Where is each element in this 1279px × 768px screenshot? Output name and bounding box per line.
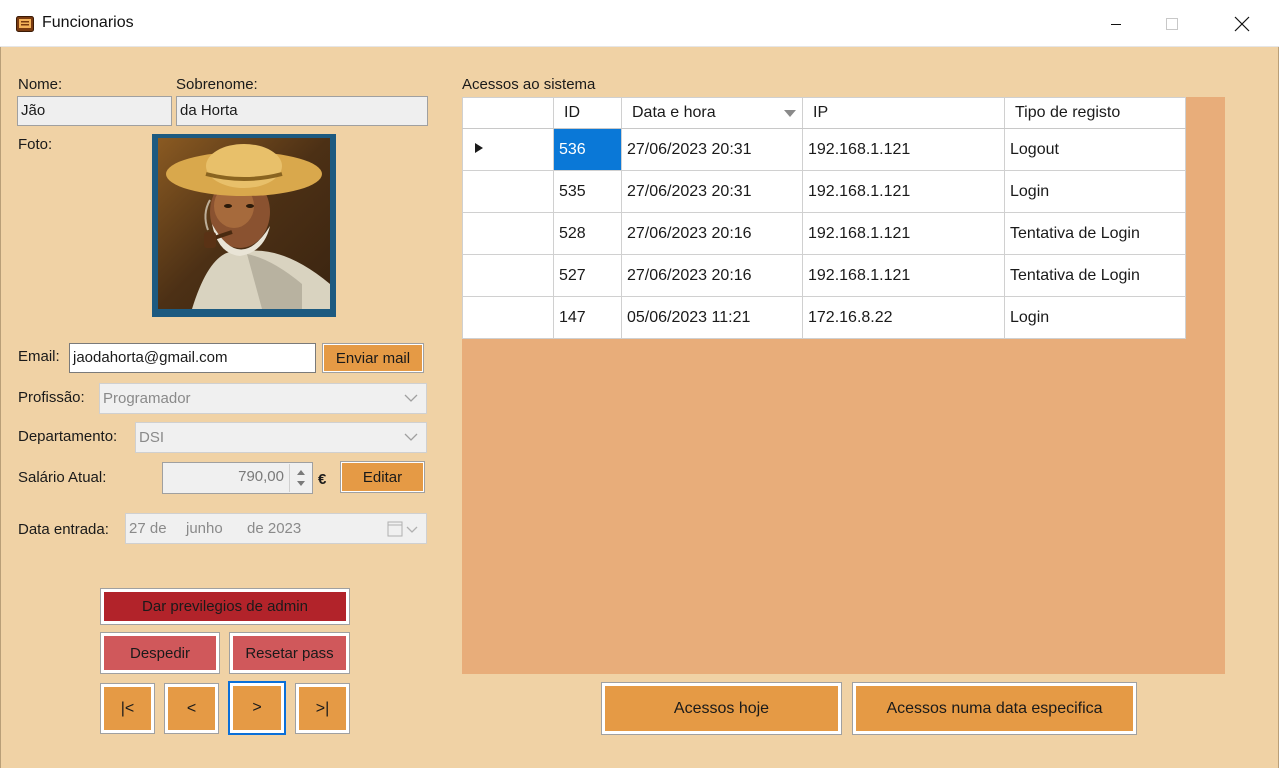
- data-entrada-picker[interactable]: 27 de junho de 2023: [125, 513, 427, 544]
- cell-datetime[interactable]: 27/06/2023 20:31: [621, 170, 803, 213]
- nome-field[interactable]: Jão: [17, 96, 172, 126]
- nome-label: Nome:: [18, 76, 63, 93]
- data-entrada-label: Data entrada:: [18, 521, 109, 538]
- cell-tipo[interactable]: Tentativa de Login: [1004, 212, 1186, 255]
- email-field[interactable]: jaodahorta@gmail.com: [69, 343, 316, 373]
- row-header[interactable]: [462, 254, 554, 297]
- row-header[interactable]: [462, 170, 554, 213]
- table-row[interactable]: 528 27/06/2023 20:16 192.168.1.121 Tenta…: [462, 212, 1186, 255]
- nav-prev-button[interactable]: <: [164, 683, 219, 734]
- salario-stepper[interactable]: 790,00: [162, 462, 313, 494]
- currency-symbol: €: [318, 471, 327, 488]
- sobrenome-field[interactable]: da Horta: [176, 96, 428, 126]
- date-month: junho: [186, 520, 223, 537]
- col-header-ip[interactable]: IP: [802, 97, 1005, 129]
- cell-tipo[interactable]: Logout: [1004, 128, 1186, 171]
- acessos-hoje-button[interactable]: Acessos hoje: [601, 682, 842, 735]
- cell-ip[interactable]: 192.168.1.121: [802, 212, 1005, 255]
- col-header-id[interactable]: ID: [553, 97, 622, 129]
- dar-admin-button[interactable]: Dar previlegios de admin: [100, 588, 350, 625]
- stepper-buttons[interactable]: [289, 464, 311, 492]
- cell-ip[interactable]: 192.168.1.121: [802, 128, 1005, 171]
- cell-ip[interactable]: 192.168.1.121: [802, 254, 1005, 297]
- table-row[interactable]: 535 27/06/2023 20:31 192.168.1.121 Login: [462, 170, 1186, 213]
- cell-id[interactable]: 147: [553, 296, 622, 339]
- up-down-arrows-icon: [297, 470, 305, 486]
- enviar-mail-button[interactable]: Enviar mail: [322, 343, 424, 373]
- grid-corner-header[interactable]: [462, 97, 554, 129]
- salario-label: Salário Atual:: [18, 469, 107, 486]
- title-bar: Funcionarios: [0, 0, 1279, 47]
- close-button[interactable]: [1219, 0, 1265, 47]
- foto-label: Foto:: [18, 136, 53, 153]
- cell-tipo[interactable]: Tentativa de Login: [1004, 254, 1186, 297]
- departamento-label: Departamento:: [18, 428, 118, 445]
- row-header[interactable]: [462, 296, 554, 339]
- col-header-datahora-label: Data e hora: [632, 104, 716, 121]
- editar-button[interactable]: Editar: [340, 461, 425, 493]
- nav-first-button[interactable]: |<: [100, 683, 155, 734]
- close-icon: [1234, 16, 1250, 31]
- table-row[interactable]: 536 27/06/2023 20:31 192.168.1.121 Logou…: [462, 128, 1186, 171]
- date-day: 27 de: [129, 520, 167, 537]
- col-header-tipo-label: Tipo de registo: [1015, 104, 1121, 121]
- cell-id[interactable]: 535: [553, 170, 622, 213]
- cell-datetime[interactable]: 27/06/2023 20:31: [621, 128, 803, 171]
- row-header[interactable]: [462, 128, 554, 171]
- employee-photo: [152, 134, 336, 317]
- col-header-tipo[interactable]: Tipo de registo: [1004, 97, 1186, 129]
- grid-header-row: ID Data e hora IP Tipo de registo: [462, 97, 1186, 129]
- cell-datetime[interactable]: 27/06/2023 20:16: [621, 212, 803, 255]
- nav-next-button[interactable]: >: [228, 681, 286, 735]
- app-icon: [16, 15, 34, 33]
- cell-id[interactable]: 527: [553, 254, 622, 297]
- cell-tipo[interactable]: Login: [1004, 170, 1186, 213]
- cell-tipo[interactable]: Login: [1004, 296, 1186, 339]
- acessos-grid[interactable]: ID Data e hora IP Tipo de registo 536 27…: [462, 97, 1186, 339]
- salario-value: 790,00: [238, 468, 284, 485]
- sobrenome-label: Sobrenome:: [176, 76, 258, 93]
- despedir-button[interactable]: Despedir: [100, 632, 220, 674]
- current-row-arrow-icon: [475, 142, 483, 153]
- email-label: Email:: [18, 348, 60, 365]
- departamento-select[interactable]: DSI: [135, 422, 427, 453]
- cell-id[interactable]: 528: [553, 212, 622, 255]
- date-year: de 2023: [247, 520, 302, 537]
- table-row[interactable]: 527 27/06/2023 20:16 192.168.1.121 Tenta…: [462, 254, 1186, 297]
- profissao-value: Programador: [103, 390, 191, 407]
- sort-descending-icon: [784, 110, 796, 117]
- calendar-dropdown-icon: [387, 521, 418, 537]
- profissao-select[interactable]: Programador: [99, 383, 427, 414]
- acessos-title: Acessos ao sistema: [462, 76, 596, 93]
- cell-id[interactable]: 536: [553, 128, 622, 171]
- col-header-ip-label: IP: [813, 104, 829, 121]
- row-header[interactable]: [462, 212, 554, 255]
- cell-ip[interactable]: 172.16.8.22: [802, 296, 1005, 339]
- col-header-datahora[interactable]: Data e hora: [621, 97, 803, 129]
- col-header-id-label: ID: [564, 104, 580, 121]
- maximize-button[interactable]: [1149, 0, 1195, 47]
- window-title: Funcionarios: [42, 14, 134, 31]
- cell-datetime[interactable]: 05/06/2023 11:21: [621, 296, 803, 339]
- minimize-button[interactable]: [1093, 0, 1139, 47]
- chevron-down-icon: [404, 394, 418, 402]
- cell-ip[interactable]: 192.168.1.121: [802, 170, 1005, 213]
- minimize-icon: [1111, 23, 1121, 25]
- resetar-pass-button[interactable]: Resetar pass: [229, 632, 350, 674]
- acessos-data-especifica-button[interactable]: Acessos numa data especifica: [852, 682, 1137, 735]
- departamento-value: DSI: [139, 429, 165, 446]
- nav-last-button[interactable]: >|: [295, 683, 350, 734]
- chevron-down-icon: [404, 433, 418, 441]
- profissao-label: Profissão:: [18, 389, 85, 406]
- maximize-icon: [1166, 17, 1178, 30]
- table-row[interactable]: 147 05/06/2023 11:21 172.16.8.22 Login: [462, 296, 1186, 339]
- cell-datetime[interactable]: 27/06/2023 20:16: [621, 254, 803, 297]
